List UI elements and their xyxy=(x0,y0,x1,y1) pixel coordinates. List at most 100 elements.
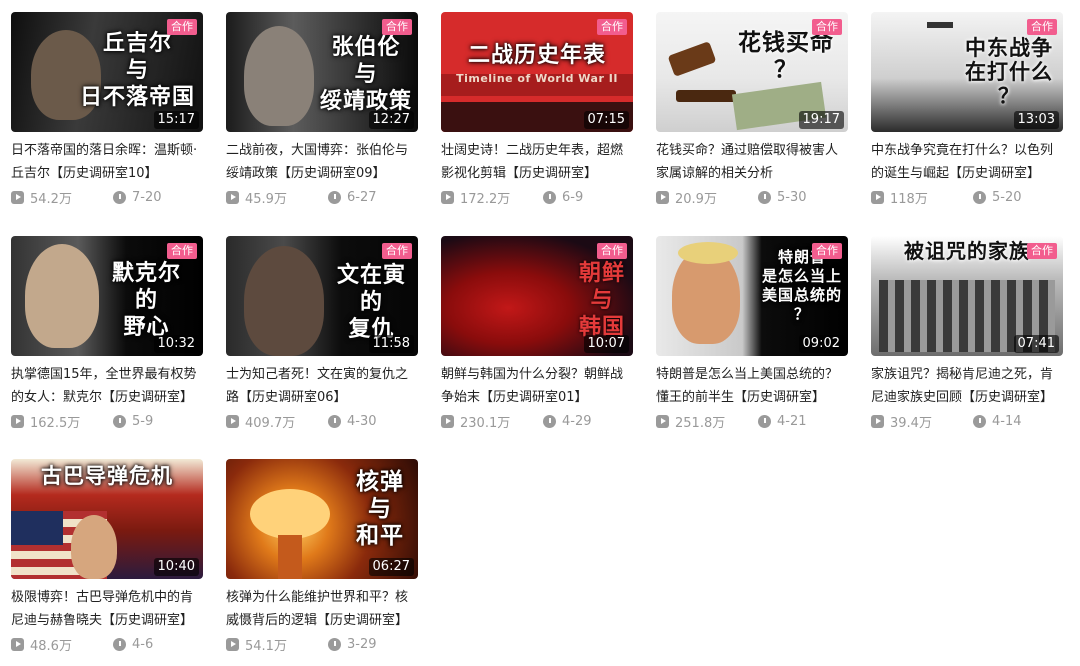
view-count: 45.9万 xyxy=(245,191,287,207)
play-count-icon xyxy=(871,414,884,428)
video-title[interactable]: 中东战争究竟在打什么？以色列的诞生与崛起【历史调研室】 xyxy=(871,139,1063,185)
collab-badge: 合作 xyxy=(167,19,197,35)
collab-badge: 合作 xyxy=(597,243,627,259)
upload-date: 7-20 xyxy=(132,189,162,205)
video-card[interactable]: 核弹 与 和平 06:27 核弹为什么能维护世界和平？核威慑背后的逻辑【历史调研… xyxy=(226,459,418,654)
clock-icon xyxy=(543,190,556,204)
video-card[interactable]: 二战历史年表 Timeline of World War II 合作 07:15… xyxy=(441,12,633,207)
video-thumbnail[interactable]: 张伯伦 与 绥靖政策 合作 12:27 xyxy=(226,12,418,132)
video-title[interactable]: 花钱买命？通过赔偿取得被害人家属谅解的相关分析 xyxy=(656,139,848,185)
video-meta: 251.8万 4-21 xyxy=(656,411,848,431)
video-title[interactable]: 日不落帝国的落日余晖：温斯顿·丘吉尔【历史调研室10】 xyxy=(11,139,203,185)
thumbnail-text: 古巴导弹危机 xyxy=(41,464,173,488)
video-thumbnail[interactable]: 花钱买命 ？ 合作 19:17 xyxy=(656,12,848,132)
upload-date: 5-20 xyxy=(992,189,1022,205)
collab-badge: 合作 xyxy=(597,19,627,35)
upload-date: 4-6 xyxy=(132,636,154,652)
duration-label: 10:40 xyxy=(153,558,199,576)
mushroom-cloud-image xyxy=(250,489,330,539)
view-count: 162.5万 xyxy=(30,415,81,431)
upload-date: 3-29 xyxy=(347,636,377,652)
video-thumbnail[interactable]: 中东战争 在打什么 ？ 合作 13:03 xyxy=(871,12,1063,132)
upload-date: 4-30 xyxy=(347,413,377,429)
upload-date: 5-30 xyxy=(777,189,807,205)
upload-date: 4-21 xyxy=(777,413,807,429)
video-meta: 409.7万 4-30 xyxy=(226,411,418,431)
thumbnail-subtitle: Timeline of World War II xyxy=(456,72,618,85)
video-thumbnail[interactable]: 文在寅 的 复仇 合作 11:58 xyxy=(226,236,418,356)
view-count: 39.4万 xyxy=(890,415,932,431)
video-grid: 丘吉尔 与 日不落帝国 合作 15:17 日不落帝国的落日余晖：温斯顿·丘吉尔【… xyxy=(0,0,1080,666)
video-card[interactable]: 文在寅 的 复仇 合作 11:58 士为知己者死！文在寅的复仇之路【历史调研室0… xyxy=(226,236,418,431)
play-count-icon xyxy=(656,414,669,428)
video-title[interactable]: 二战前夜，大国博弈：张伯伦与绥靖政策【历史调研室09】 xyxy=(226,139,418,185)
video-meta: 54.2万 7-20 xyxy=(11,187,203,207)
video-card[interactable]: 朝鲜 与 韩国 合作 10:07 朝鲜与韩国为什么分裂？朝鲜战争始末【历史调研室… xyxy=(441,236,633,431)
video-meta: 162.5万 5-9 xyxy=(11,411,203,431)
video-card[interactable]: 特朗普 是怎么当上 美国总统的 ？ 合作 09:02 特朗普是怎么当上美国总统的… xyxy=(656,236,848,431)
video-title[interactable]: 家族诅咒？揭秘肯尼迪之死，肯尼迪家族史回顾【历史调研室】 xyxy=(871,363,1063,409)
video-card[interactable]: 被诅咒的家族 合作 07:41 家族诅咒？揭秘肯尼迪之死，肯尼迪家族史回顾【历史… xyxy=(871,236,1063,431)
collab-badge: 合作 xyxy=(812,243,842,259)
play-count-icon xyxy=(11,190,24,204)
collab-badge: 合作 xyxy=(382,19,412,35)
play-count-icon xyxy=(871,190,884,204)
duration-label: 10:07 xyxy=(583,335,629,353)
clock-icon xyxy=(328,414,341,428)
video-title[interactable]: 核弹为什么能维护世界和平？核威慑背后的逻辑【历史调研室】 xyxy=(226,586,418,632)
thumbnail-text: 花钱买命 ？ xyxy=(738,30,834,83)
play-count-icon xyxy=(11,637,24,651)
duration-label: 07:15 xyxy=(583,111,629,129)
view-count: 409.7万 xyxy=(245,415,296,431)
duration-label: 09:02 xyxy=(798,335,844,353)
video-title[interactable]: 壮阔史诗！二战历史年表，超燃影视化剪辑【历史调研室】 xyxy=(441,139,633,185)
view-count: 20.9万 xyxy=(675,191,717,207)
airplane-image xyxy=(927,22,953,28)
thumbnail-text: 文在寅 的 复仇 xyxy=(336,263,406,342)
play-count-icon xyxy=(11,414,24,428)
upload-date: 4-14 xyxy=(992,413,1022,429)
duration-label: 11:58 xyxy=(368,335,414,353)
upload-date: 4-29 xyxy=(562,413,592,429)
thumbnail-text: 默克尔 的 野心 xyxy=(111,261,181,340)
video-thumbnail[interactable]: 朝鲜 与 韩国 合作 10:07 xyxy=(441,236,633,356)
video-title[interactable]: 执掌德国15年，全世界最有权势的女人：默克尔【历史调研室】 xyxy=(11,363,203,409)
clock-icon xyxy=(973,190,986,204)
video-thumbnail[interactable]: 被诅咒的家族 合作 07:41 xyxy=(871,236,1063,356)
video-card[interactable]: 中东战争 在打什么 ？ 合作 13:03 中东战争究竟在打什么？以色列的诞生与崛… xyxy=(871,12,1063,207)
duration-label: 07:41 xyxy=(1013,335,1059,353)
video-card[interactable]: 花钱买命 ？ 合作 19:17 花钱买命？通过赔偿取得被害人家属谅解的相关分析 … xyxy=(656,12,848,207)
collab-badge: 合作 xyxy=(1027,243,1057,259)
video-title[interactable]: 特朗普是怎么当上美国总统的？懂王的前半生【历史调研室】 xyxy=(656,363,848,409)
clock-icon xyxy=(113,637,126,651)
video-meta: 39.4万 4-14 xyxy=(871,411,1063,431)
video-meta: 20.9万 5-30 xyxy=(656,187,848,207)
play-count-icon xyxy=(441,190,454,204)
video-thumbnail[interactable]: 古巴导弹危机 10:40 xyxy=(11,459,203,579)
play-count-icon xyxy=(226,637,239,651)
video-meta: 54.1万 3-29 xyxy=(226,634,418,654)
video-title[interactable]: 极限博弈！古巴导弹危机中的肯尼迪与赫鲁晓夫【历史调研室】 xyxy=(11,586,203,632)
video-thumbnail[interactable]: 特朗普 是怎么当上 美国总统的 ？ 合作 09:02 xyxy=(656,236,848,356)
view-count: 230.1万 xyxy=(460,415,511,431)
video-title[interactable]: 士为知己者死！文在寅的复仇之路【历史调研室06】 xyxy=(226,363,418,409)
video-thumbnail[interactable]: 二战历史年表 Timeline of World War II 合作 07:15 xyxy=(441,12,633,132)
duration-label: 15:17 xyxy=(153,111,199,129)
clock-icon xyxy=(328,190,341,204)
video-title[interactable]: 朝鲜与韩国为什么分裂？朝鲜战争始末【历史调研室01】 xyxy=(441,363,633,409)
duration-label: 13:03 xyxy=(1013,111,1059,129)
video-thumbnail[interactable]: 核弹 与 和平 06:27 xyxy=(226,459,418,579)
video-card[interactable]: 丘吉尔 与 日不落帝国 合作 15:17 日不落帝国的落日余晖：温斯顿·丘吉尔【… xyxy=(11,12,203,207)
clock-icon xyxy=(328,637,341,651)
video-card[interactable]: 默克尔 的 野心 合作 10:32 执掌德国15年，全世界最有权势的女人：默克尔… xyxy=(11,236,203,431)
collab-badge: 合作 xyxy=(812,19,842,35)
thumbnail-text: 二战历史年表 xyxy=(467,43,606,68)
video-thumbnail[interactable]: 丘吉尔 与 日不落帝国 合作 15:17 xyxy=(11,12,203,132)
video-card[interactable]: 张伯伦 与 绥靖政策 合作 12:27 二战前夜，大国博弈：张伯伦与绥靖政策【历… xyxy=(226,12,418,207)
clock-icon xyxy=(543,414,556,428)
duration-label: 12:27 xyxy=(368,111,414,129)
video-card[interactable]: 古巴导弹危机 10:40 极限博弈！古巴导弹危机中的肯尼迪与赫鲁晓夫【历史调研室… xyxy=(11,459,203,654)
video-meta: 172.2万 6-9 xyxy=(441,187,633,207)
upload-date: 6-27 xyxy=(347,189,377,205)
video-thumbnail[interactable]: 默克尔 的 野心 合作 10:32 xyxy=(11,236,203,356)
